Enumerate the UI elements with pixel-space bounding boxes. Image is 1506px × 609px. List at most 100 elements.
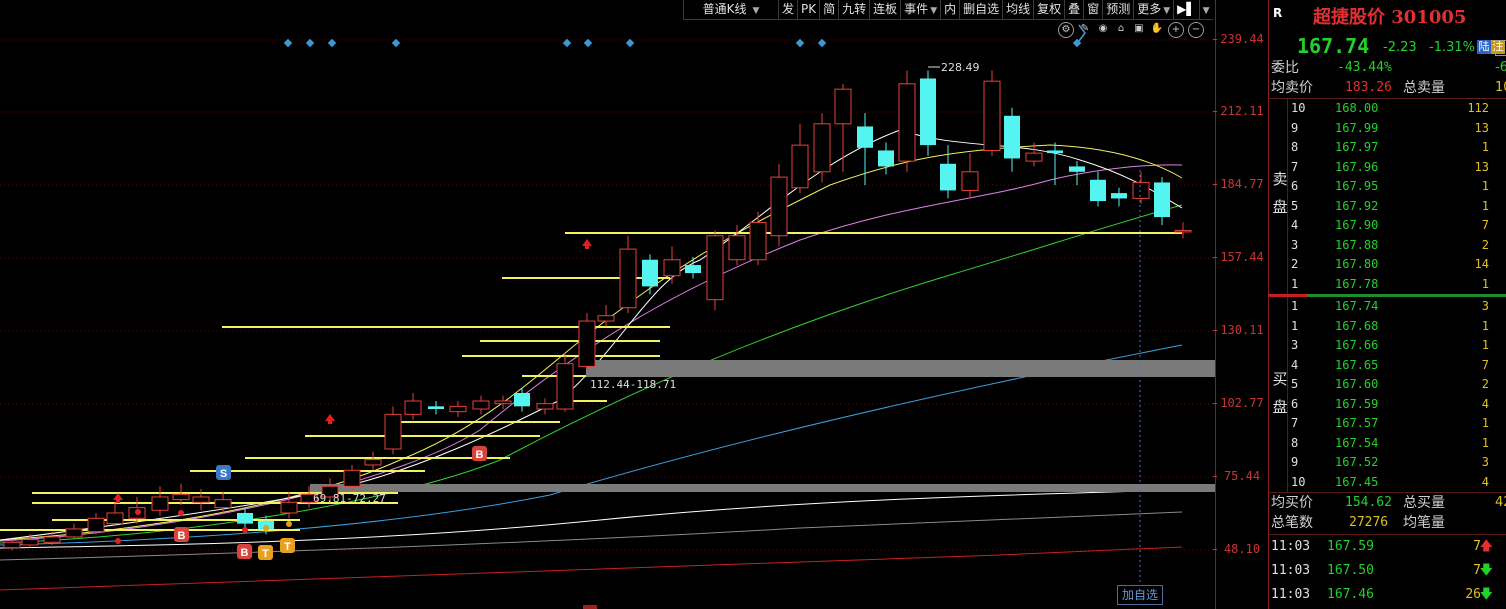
candle-up (619, 248, 637, 309)
order-price: 167.54 (1335, 435, 1379, 450)
hand-icon[interactable]: ✋ (1150, 22, 1164, 36)
toolbar-events-button[interactable]: 事件 ▼ (901, 0, 942, 19)
zoom-out-icon[interactable]: − (1188, 22, 1204, 38)
up-arrow-signal (582, 239, 592, 249)
toolbar-forecast-button[interactable]: 预测 (1103, 0, 1135, 19)
order-price: 167.74 (1335, 299, 1379, 313)
order-level: 7 (1291, 416, 1299, 430)
buy-order-row[interactable]: 1 167.68 1 (1289, 317, 1506, 337)
sell-order-row[interactable]: 6 167.95 1 (1289, 177, 1506, 197)
sell-order-row[interactable]: 3 167.88 2 (1289, 236, 1506, 256)
last-price: 167.74 (1297, 34, 1370, 58)
arrow-up-icon: 🡅 (1479, 539, 1493, 554)
basket-icon[interactable]: ⌂ (1114, 22, 1128, 36)
toolbar-overlay-button[interactable]: 叠 (1065, 0, 1085, 19)
order-price: 167.97 (1335, 140, 1379, 154)
chart-tool-icons: ⚙ ✎ ◉ ⌂ ▣ ✋ + − (1058, 22, 1204, 38)
buy-order-row[interactable]: 9 167.52 3 (1289, 453, 1506, 473)
buy-order-row[interactable]: 5 167.60 2 (1289, 375, 1506, 395)
buy-order-row[interactable]: 3 167.66 1 (1289, 336, 1506, 356)
toolbar-jiuzhuan-button[interactable]: 九转 (839, 0, 871, 19)
candle-up (364, 459, 382, 466)
candle-up (961, 171, 979, 191)
toolbar-jian-button[interactable]: 简 (820, 0, 840, 19)
tick-row: 11:03 167.50 7 🡇 (1269, 559, 1506, 583)
candle-down (1004, 115, 1020, 159)
eye-icon[interactable]: ◉ (1096, 22, 1110, 36)
order-level: 10 (1291, 101, 1306, 115)
order-volume: 3 (1481, 455, 1489, 469)
toolbar-window-button[interactable]: 窗 (1084, 0, 1104, 19)
sell-order-row[interactable]: 10 168.00 112 (1289, 99, 1506, 119)
toolbar-lianban-button[interactable]: 连板 (870, 0, 902, 19)
chevron-down-icon: ▼ (752, 6, 760, 16)
candle-down (514, 393, 530, 407)
weibi-label: 委比 (1271, 60, 1299, 76)
order-volume: 14 (1474, 257, 1489, 271)
toolbar-remove-watch-button[interactable]: 删自选 (960, 0, 1004, 19)
order-volume: 112 (1467, 101, 1489, 115)
y-axis-tick-label: 212.11 (1213, 104, 1268, 118)
candle-down (1069, 166, 1085, 172)
toolbar-more-label: 更多 (1137, 2, 1162, 16)
avg-sell-price-value: 183.26 (1345, 80, 1392, 95)
sell-order-row[interactable]: 1 167.78 1 (1289, 275, 1506, 295)
order-level: 2 (1291, 257, 1299, 271)
trash-icon[interactable]: ▣ (1132, 22, 1146, 36)
toolbar-pk-button[interactable]: PK (798, 0, 821, 19)
kline-chart[interactable]: B B B S T T 228.49 112.44-118.71 69.81-72.27 (0, 0, 1215, 609)
order-volume: 4 (1481, 474, 1489, 489)
candle-up (791, 144, 809, 189)
candle-up (813, 123, 831, 173)
y-axis-tick-label: 239.44 (1213, 32, 1268, 46)
stock-name[interactable]: 超捷股价 301005 (1313, 3, 1466, 29)
buy-order-row[interactable]: 1 167.74 3 (1289, 297, 1506, 317)
zoom-in-icon[interactable]: + (1168, 22, 1184, 38)
toolbar-ma-button[interactable]: 均线 (1003, 0, 1035, 19)
total-sell-volume-value: 100 (1495, 80, 1506, 95)
lu-tag[interactable]: 陆 (1477, 40, 1491, 54)
sell-order-row[interactable]: 8 167.97 1 (1289, 138, 1506, 158)
y-axis-tick-label: 184.77 (1213, 177, 1268, 191)
add-to-watchlist-button[interactable]: 加自选 (1117, 585, 1163, 605)
sell-order-row[interactable]: 4 167.90 7 (1289, 216, 1506, 236)
sell-order-row[interactable]: 2 167.80 14 (1289, 255, 1506, 275)
settings-icon[interactable]: ⚙ (1058, 22, 1074, 38)
brush-icon[interactable]: ✎ (1078, 22, 1092, 36)
toolbar-fa-button[interactable]: 发 (779, 0, 799, 19)
y-axis-tick-label: 102.77 (1213, 396, 1268, 410)
buy-signal: B (476, 449, 484, 461)
toolbar-dropdown-button[interactable]: ▼ (1200, 0, 1213, 19)
candle-up (472, 400, 490, 410)
toolbar-nei-button[interactable]: 内 (941, 0, 961, 19)
candle-down (1090, 179, 1106, 202)
candle-up (494, 400, 512, 405)
toolbar-more-button[interactable]: 更多 ▼ (1134, 0, 1175, 19)
buy-order-row[interactable]: 7 167.57 1 (1289, 414, 1506, 434)
sell-signal: S (220, 468, 227, 480)
y-axis-tick-label: 75.44 (1213, 469, 1268, 483)
buy-order-row[interactable]: 6 167.59 4 (1289, 395, 1506, 415)
buy-order-row[interactable]: 10 167.45 4 (1289, 473, 1506, 493)
sell-order-row[interactable]: 7 167.96 13 (1289, 158, 1506, 178)
candle-up (343, 469, 361, 487)
candle-down (878, 150, 894, 167)
avg-buy-row: 均买价 154.62 总买量 42 (1269, 493, 1506, 513)
tick-row: 11:03 167.59 7 🡅 (1269, 535, 1506, 559)
sell-order-row[interactable]: 9 167.99 13 (1289, 119, 1506, 139)
sell-order-row[interactable]: 5 167.92 1 (1289, 197, 1506, 217)
buy-order-row[interactable]: 8 167.54 1 (1289, 434, 1506, 454)
order-volume: 7 (1481, 218, 1489, 232)
buy-order-row[interactable]: 4 167.65 7 (1289, 356, 1506, 376)
tick-price: 167.59 (1327, 539, 1374, 554)
order-level: 1 (1291, 318, 1299, 333)
t-signal: T (262, 548, 269, 560)
candle-up (728, 235, 746, 261)
order-price: 167.68 (1335, 318, 1379, 333)
toolbar-play-button[interactable]: ▶▌ (1174, 0, 1200, 19)
kline-chart-area[interactable]: B B B S T T 228.49 112.44-118.71 69.81-72.27 普通K… (0, 0, 1215, 609)
toolbar-adjust-button[interactable]: 复权 (1034, 0, 1066, 19)
t-signal: T (284, 541, 291, 553)
order-volume: 13 (1474, 159, 1489, 174)
kline-type-dropdown[interactable]: 普通K线 ▼ (684, 0, 779, 19)
